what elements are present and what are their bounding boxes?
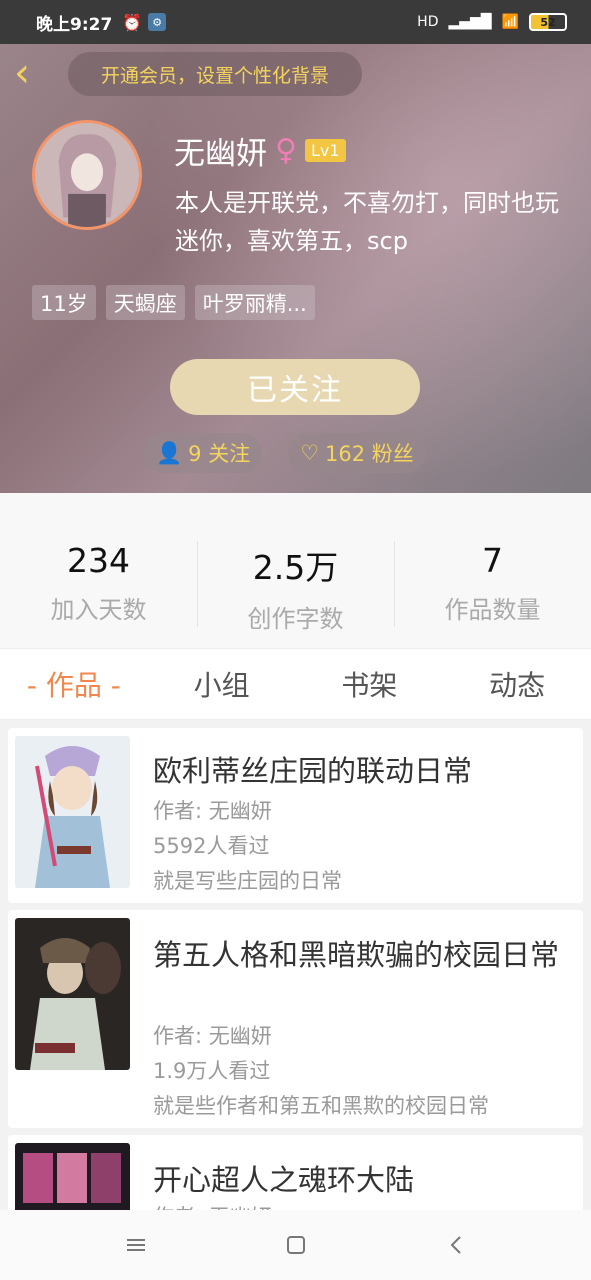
stat-words: 2.5万 创作字数 <box>197 541 394 647</box>
user-name-row: 无幽妍 ♀ Lv1 <box>174 128 346 173</box>
stat-label: 加入天数 <box>50 596 147 624</box>
battery-level: 52 <box>540 15 556 29</box>
followers-count: 162 粉丝 <box>325 442 414 466</box>
work-author: 作者: 无幽妍 <box>153 1201 272 1210</box>
status-time: 晚上9:27 <box>36 14 113 35</box>
work-title: 第五人格和黑暗欺骗的校园日常 <box>153 938 560 972</box>
profile-tags: 11岁 天蝎座 叶罗丽精... <box>32 285 315 320</box>
book-cover <box>15 1143 130 1210</box>
work-description: 就是些作者和第五和黑欺的校园日常 <box>153 1094 489 1118</box>
followers-button[interactable]: ♡ 162 粉丝 <box>288 433 426 473</box>
tab-activity[interactable]: 动态 <box>443 664 591 704</box>
list-item[interactable]: 第五人格和黑暗欺骗的校园日常 作者: 无幽妍 1.9万人看过 就是些作者和第五和… <box>8 910 583 1128</box>
level-badge: Lv1 <box>304 139 346 162</box>
book-cover <box>15 736 130 888</box>
work-title: 开心超人之魂环大陆 <box>153 1163 415 1197</box>
stat-value: 2.5万 <box>252 548 339 587</box>
cover-illustration <box>15 1143 130 1210</box>
tab-groups[interactable]: 小组 <box>148 664 296 704</box>
stat-label: 作品数量 <box>444 596 541 624</box>
following-count: 9 关注 <box>188 442 251 466</box>
stat-days: 234 加入天数 <box>0 541 197 647</box>
tab-works[interactable]: - 作品 - <box>0 664 148 704</box>
wifi-icon: 📶 <box>501 14 519 30</box>
menu-icon <box>126 1239 145 1251</box>
stat-value: 7 <box>482 541 503 580</box>
user-bio: 本人是开联党，不喜勿打，同时也玩迷你，喜欢第五，scp <box>175 189 559 255</box>
stat-works: 7 作品数量 <box>394 541 591 647</box>
profile-tabs: - 作品 - 小组 书架 动态 <box>0 648 591 720</box>
avatar-illustration <box>35 123 139 227</box>
signal-icon: ▂▄▆█ <box>448 14 492 30</box>
alarm-icon: ⏰ <box>122 12 143 32</box>
stat-value: 234 <box>67 541 130 580</box>
cover-illustration <box>15 918 130 1070</box>
status-bar: 晚上9:27 ⏰ ⚙ HD ▂▄▆█ 📶 52 <box>0 0 591 44</box>
avatar[interactable] <box>32 120 142 230</box>
work-views: 5592人看过 <box>153 834 270 858</box>
work-author: 作者: 无幽妍 <box>153 799 272 823</box>
following-button[interactable]: 👤 9 关注 <box>144 433 263 473</box>
network-label: HD <box>417 14 439 30</box>
tag-age: 11岁 <box>32 285 96 320</box>
female-icon: ♀ <box>275 133 297 168</box>
user-plus-icon: 👤 <box>156 440 183 465</box>
list-item[interactable]: 欧利蒂丝庄园的联动日常 作者: 无幽妍 5592人看过 就是写些庄园的日常 <box>8 728 583 903</box>
stat-label: 创作字数 <box>247 605 344 633</box>
follow-button[interactable]: 已关注 <box>170 359 420 415</box>
menu-nav-button[interactable] <box>106 1225 166 1265</box>
app-notification-icon: ⚙ <box>148 13 167 31</box>
tag-interest: 叶罗丽精... <box>194 285 315 320</box>
cover-illustration <box>15 736 130 888</box>
battery-icon: 52 <box>529 13 567 31</box>
follow-counts: 👤 9 关注 ♡ 162 粉丝 <box>144 433 426 473</box>
back-nav-button[interactable] <box>426 1225 486 1265</box>
book-cover <box>15 918 130 1070</box>
stats-row: 234 加入天数 2.5万 创作字数 7 作品数量 <box>0 493 591 647</box>
tab-bookshelf[interactable]: 书架 <box>296 664 444 704</box>
heart-icon: ♡ <box>300 441 320 465</box>
home-square-icon <box>286 1236 305 1254</box>
tag-zodiac: 天蝎座 <box>105 285 185 320</box>
vip-banner-button[interactable]: 开通会员，设置个性化背景 <box>68 52 362 96</box>
work-views: 1.9万人看过 <box>153 1059 271 1083</box>
work-title: 欧利蒂丝庄园的联动日常 <box>153 754 473 788</box>
work-description: 就是写些庄园的日常 <box>153 869 342 893</box>
profile-header: ‹ 开通会员，设置个性化背景 无幽妍 ♀ Lv1 本人是开联党，不喜勿打，同时也… <box>0 44 591 493</box>
back-chevron-icon <box>450 1236 461 1254</box>
work-author: 作者: 无幽妍 <box>153 1024 272 1048</box>
username: 无幽妍 <box>174 136 267 172</box>
home-nav-button[interactable] <box>266 1225 326 1265</box>
works-list: 欧利蒂丝庄园的联动日常 作者: 无幽妍 5592人看过 就是写些庄园的日常 第五… <box>0 720 591 1210</box>
list-item[interactable]: 开心超人之魂环大陆 作者: 无幽妍 <box>8 1135 583 1210</box>
back-arrow-icon[interactable]: ‹ <box>14 53 48 94</box>
system-nav-bar <box>0 1210 591 1280</box>
